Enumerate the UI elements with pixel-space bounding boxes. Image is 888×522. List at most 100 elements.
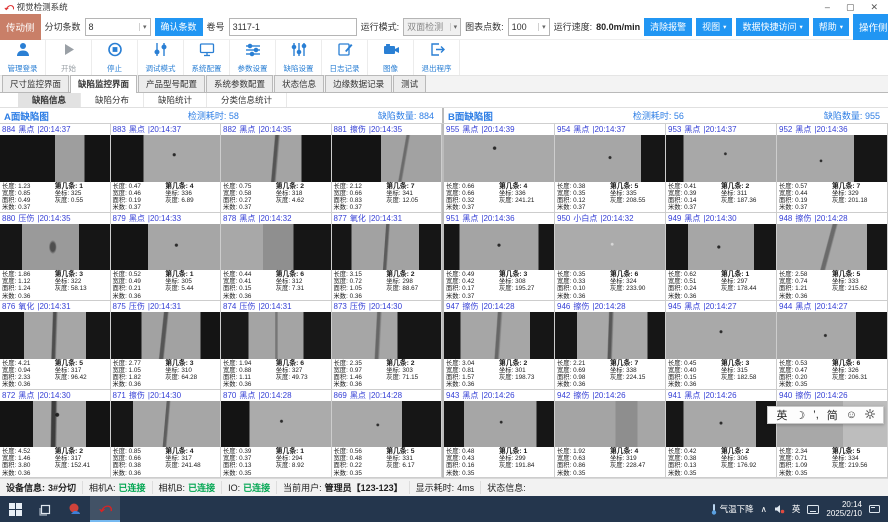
defect-image[interactable] [332,135,442,182]
defect-cell[interactable]: 882 黑点 |20:14:35 长度: 0.75 宽度: 0.58 面积: 0… [221,124,332,213]
defect-image[interactable] [221,224,331,271]
tab-size-monitor[interactable]: 尺寸监控界面 [2,75,69,92]
defect-cell[interactable]: 940 擦伤 |20:14:26 长度: 2.34 宽度: 0.71 面积: 1… [777,390,888,479]
defect-image[interactable] [444,312,554,359]
defect-settings-button[interactable]: 缺陷设置 [276,40,322,75]
defect-cell[interactable]: 941 黑点 |20:14:26 长度: 0.42 宽度: 0.38 面积: 0… [666,390,777,479]
ime-night-mode-icon[interactable]: ☽ [795,409,805,422]
defect-cell[interactable]: 871 擦伤 |20:14:30 长度: 0.85 宽度: 0.66 面积: 0… [111,390,222,479]
defect-cell[interactable]: 949 黑点 |20:14:30 长度: 0.62 宽度: 0.51 面积: 0… [666,213,777,302]
defect-cell[interactable]: 950 小白点 |20:14:32 长度: 0.35 宽度: 0.33 面积: … [555,213,666,302]
system-config-button[interactable]: 系统配置 [184,40,230,75]
ime-simplified-chinese-button[interactable]: 简 [827,407,838,423]
chart-points-select[interactable]: 100 ▾ [508,18,550,36]
defect-image[interactable] [666,312,776,359]
defect-cell[interactable]: 952 黑点 |20:14:36 长度: 0.57 宽度: 0.44 面积: 0… [777,124,888,213]
subtab-defect-info[interactable]: 缺陷信息 [18,93,81,107]
ime-settings-gear-icon[interactable] [865,409,875,422]
defect-image[interactable] [0,312,110,359]
defect-image[interactable] [444,401,554,448]
defect-cell[interactable]: 943 黑点 |20:14:26 长度: 0.48 宽度: 0.43 面积: 0… [444,390,555,479]
defect-image[interactable] [444,224,554,271]
defect-cell[interactable]: 878 黑点 |20:14:32 长度: 0.44 宽度: 0.41 面积: 0… [221,213,332,302]
defect-cell[interactable]: 945 黑点 |20:14:27 长度: 0.45 宽度: 0.40 面积: 0… [666,301,777,390]
keyboard-icon[interactable] [807,505,819,514]
defect-cell[interactable]: 879 黑点 |20:14:33 长度: 0.52 宽度: 0.49 面积: 0… [111,213,222,302]
defect-image[interactable] [221,401,331,448]
defect-image[interactable] [111,312,221,359]
exit-program-button[interactable]: 退出程序 [414,40,460,75]
clear-alarm-button[interactable]: 清除报警 [644,18,692,36]
defect-image[interactable] [777,224,887,271]
minimize-button[interactable]: – [825,2,830,13]
defect-image[interactable] [555,401,665,448]
defect-cell[interactable]: 883 黑点 |20:14:37 长度: 0.47 宽度: 0.46 面积: 0… [111,124,222,213]
subtab-defect-statistics[interactable]: 缺陷统计 [144,93,207,107]
weather-widget[interactable]: 气温下降 [710,503,754,515]
defect-cell[interactable]: 876 氧化 |20:14:31 长度: 4.21 宽度: 0.94 面积: 2… [0,301,111,390]
defect-image[interactable] [777,135,887,182]
defect-image[interactable] [0,224,110,271]
taskbar-app-icon[interactable] [60,496,90,522]
defect-image[interactable] [0,135,110,182]
defect-image[interactable] [111,135,221,182]
defect-image[interactable] [221,312,331,359]
defect-cell[interactable]: 872 黑点 |20:14:30 长度: 4.52 宽度: 1.46 面积: 3… [0,390,111,479]
view-menu-button[interactable]: 视图▾ [696,18,732,36]
defect-image[interactable] [444,135,554,182]
start-button[interactable]: 开始 [46,40,92,75]
image-button[interactable]: 图像 [368,40,414,75]
taskbar-active-app-icon[interactable]: ⤺ [90,496,120,522]
defect-image[interactable] [332,312,442,359]
defect-cell[interactable]: 873 压伤 |20:14:30 长度: 2.35 宽度: 0.97 面积: 1… [332,301,443,390]
subtab-defect-distribution[interactable]: 缺陷分布 [81,93,144,107]
debug-mode-button[interactable]: 调试模式 [138,40,184,75]
ime-emoji-button[interactable]: ☺ [846,409,857,421]
maximize-button[interactable]: ▢ [846,2,855,13]
defect-cell[interactable]: 951 黑点 |20:14:36 长度: 0.49 宽度: 0.42 面积: 0… [444,213,555,302]
defect-cell[interactable]: 869 黑点 |20:14:28 长度: 0.56 宽度: 0.48 面积: 0… [332,390,443,479]
defect-image[interactable] [221,135,331,182]
tab-product-model-config[interactable]: 产品型号配置 [138,75,205,92]
defect-image[interactable] [555,224,665,271]
defect-cell[interactable]: 870 黑点 |20:14:28 长度: 0.39 宽度: 0.37 面积: 0… [221,390,332,479]
parameter-settings-button[interactable]: 参数设置 [230,40,276,75]
defect-image[interactable] [555,312,665,359]
defect-image[interactable] [555,135,665,182]
defect-cell[interactable]: 875 压伤 |20:14:31 长度: 2.77 宽度: 1.05 面积: 1… [111,301,222,390]
defect-cell[interactable]: 955 黑点 |20:14:39 长度: 0.66 宽度: 0.66 面积: 0… [444,124,555,213]
help-menu-button[interactable]: 帮助▾ [813,18,849,36]
tab-status-info[interactable]: 状态信息 [274,75,324,92]
defect-image[interactable] [332,401,442,448]
start-button[interactable] [0,496,30,522]
tray-expand-button[interactable]: ∧ [761,504,767,515]
tab-test[interactable]: 测试 [393,75,426,92]
defect-image[interactable] [332,224,442,271]
ime-english-mode-button[interactable]: 英 [776,407,787,423]
defect-cell[interactable]: 877 氧化 |20:14:31 长度: 3.15 宽度: 0.72 面积: 1… [332,213,443,302]
taskbar-clock[interactable]: 20:14 2025/2/10 [826,500,862,518]
admin-login-button[interactable]: 管理登录 [0,40,46,75]
drive-side-button[interactable]: 传动侧 [0,14,41,40]
defect-cell[interactable]: 942 擦伤 |20:14:26 长度: 1.92 宽度: 0.63 面积: 0… [555,390,666,479]
defect-cell[interactable]: 874 压伤 |20:14:31 长度: 1.94 宽度: 0.88 面积: 1… [221,301,332,390]
defect-cell[interactable]: 881 擦伤 |20:14:35 长度: 2.12 宽度: 0.66 面积: 0… [332,124,443,213]
defect-image[interactable] [0,401,110,448]
defect-image[interactable] [111,224,221,271]
notification-panel-icon[interactable] [869,504,880,514]
close-button[interactable]: ✕ [870,2,878,13]
tab-system-param-config[interactable]: 系统参数配置 [206,75,273,92]
quick-access-menu-button[interactable]: 数据快捷访问▾ [736,18,808,36]
defect-cell[interactable]: 947 擦伤 |20:14:28 长度: 3.04 宽度: 0.81 面积: 1… [444,301,555,390]
defect-cell[interactable]: 946 擦伤 |20:14:28 长度: 2.21 宽度: 0.69 面积: 0… [555,301,666,390]
operator-side-button[interactable]: 操作侧 [853,14,888,40]
stop-button[interactable]: 停止 [92,40,138,75]
defect-cell[interactable]: 953 黑点 |20:14:37 长度: 0.41 宽度: 0.39 面积: 0… [666,124,777,213]
volume-icon[interactable] [774,504,785,514]
slit-count-select[interactable]: 8 ▾ [85,18,151,36]
task-view-button[interactable] [30,496,60,522]
language-indicator[interactable]: 英 [792,503,801,515]
defect-cell[interactable]: 884 黑点 |20:14:37 长度: 1.23 宽度: 0.85 面积: 0… [0,124,111,213]
defect-image[interactable] [666,224,776,271]
defect-cell[interactable]: 948 擦伤 |20:14:28 长度: 2.58 宽度: 0.74 面积: 1… [777,213,888,302]
